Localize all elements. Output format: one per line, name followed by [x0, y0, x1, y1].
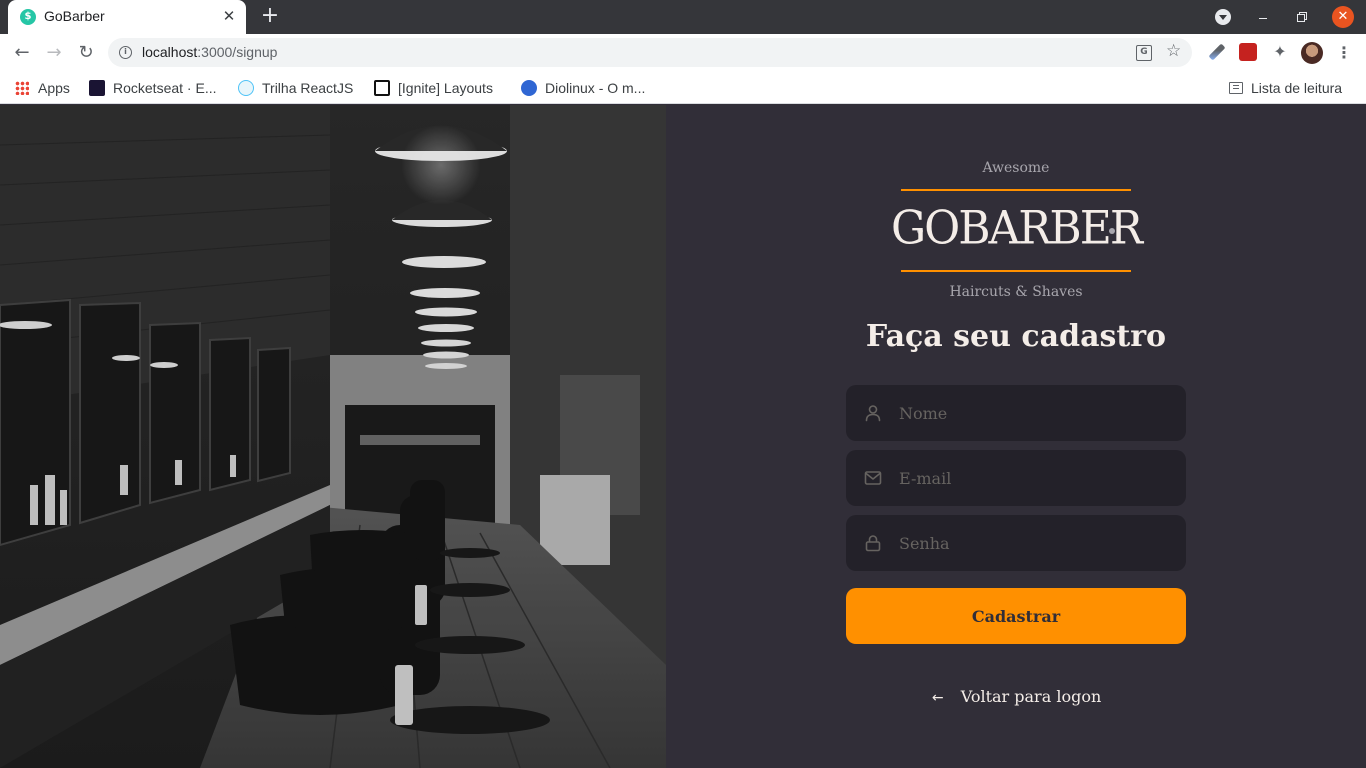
logo-divider-bottom: [901, 270, 1131, 272]
name-field[interactable]: [846, 385, 1186, 441]
bookmarks-bar: Apps Rocketseat · E... Trilha ReactJS [I…: [0, 72, 1366, 104]
translate-icon[interactable]: G: [1136, 45, 1152, 61]
browser-toolbar: ← → ↻ i localhost:3000/signup G ☆ ✦ ⋮: [0, 34, 1366, 72]
bookmark-label: Apps: [38, 80, 70, 96]
site-info-icon[interactable]: i: [119, 46, 132, 59]
minimize-window-icon[interactable]: [1256, 9, 1270, 23]
back-to-logon-link[interactable]: ← Voltar para logon: [666, 687, 1366, 706]
bookmark-apps[interactable]: Apps: [15, 78, 70, 98]
reading-list-icon: [1229, 82, 1243, 94]
browser-menu-icon[interactable]: ⋮: [1336, 42, 1352, 64]
tab-search-icon[interactable]: [1215, 9, 1231, 25]
password-input[interactable]: [899, 515, 1169, 571]
form-title: Faça seu cadastro: [865, 319, 1167, 354]
mail-icon: [864, 471, 882, 485]
bookmark-label: [Ignite] Layouts: [398, 80, 493, 96]
tab-title: GoBarber: [44, 8, 105, 24]
user-icon: [865, 405, 881, 422]
logo-tagline-top: Awesome: [982, 160, 1050, 176]
bookmark-ignite-layouts[interactable]: [Ignite] Layouts: [374, 78, 493, 98]
apps-grid-icon: [15, 81, 29, 95]
extensions-puzzle-icon[interactable]: ✦: [1271, 43, 1289, 61]
red-extension-icon[interactable]: [1239, 43, 1257, 61]
close-tab-icon[interactable]: ✕: [220, 7, 238, 25]
arrow-left-icon: ←: [931, 690, 944, 706]
address-bar[interactable]: i localhost:3000/signup G ☆: [108, 38, 1192, 67]
email-input[interactable]: [899, 450, 1169, 506]
logo-dot-right: [1109, 228, 1115, 234]
reading-list-label: Lista de leitura: [1251, 80, 1343, 96]
url-path: :3000/signup: [197, 44, 278, 60]
close-window-icon[interactable]: ✕: [1332, 6, 1354, 28]
forward-arrow-icon[interactable]: →: [42, 41, 66, 65]
profile-avatar[interactable]: [1301, 42, 1323, 64]
bookmark-star-icon[interactable]: ☆: [1166, 41, 1181, 61]
notion-icon: [374, 80, 390, 96]
signup-panel: Awesome GOBARBER Haircuts & Shaves Faça …: [666, 105, 1366, 768]
back-arrow-icon[interactable]: ←: [10, 41, 34, 65]
url-text[interactable]: localhost:3000/signup: [142, 44, 277, 60]
dollar-favicon-icon: $: [20, 9, 36, 25]
bookmark-rocketseat[interactable]: Rocketseat · E...: [89, 78, 216, 98]
logo-tagline-bottom: Haircuts & Shaves: [949, 284, 1083, 300]
password-field[interactable]: [846, 515, 1186, 571]
back-to-logon-label: Voltar para logon: [960, 687, 1102, 706]
bookmark-label: Trilha ReactJS: [262, 80, 354, 96]
reload-icon[interactable]: ↻: [74, 41, 98, 65]
signup-page: Awesome GOBARBER Haircuts & Shaves Faça …: [0, 105, 1366, 768]
bookmark-label: Rocketseat · E...: [113, 80, 217, 96]
bookmark-trilha-reactjs[interactable]: Trilha ReactJS: [238, 78, 353, 98]
browser-tabstrip: $ GoBarber ✕ + ✕: [0, 0, 1366, 34]
logo-divider-top: [901, 189, 1131, 191]
url-host: localhost: [142, 44, 198, 60]
react-atom-icon: [238, 80, 254, 96]
browser-tab[interactable]: $ GoBarber ✕: [8, 0, 246, 34]
color-picker-extension-icon[interactable]: [1208, 43, 1226, 61]
reading-list-button[interactable]: Lista de leitura: [1229, 78, 1342, 98]
bookmark-diolinux[interactable]: Diolinux - O m...: [521, 78, 645, 98]
name-input[interactable]: [899, 385, 1169, 441]
diolinux-icon: [521, 80, 537, 96]
new-tab-button[interactable]: +: [259, 5, 281, 28]
restore-window-icon[interactable]: [1296, 11, 1308, 23]
signup-submit-button[interactable]: Cadastrar: [846, 588, 1186, 644]
gobarber-logo: GOBARBER: [890, 201, 1143, 256]
email-field[interactable]: [846, 450, 1186, 506]
barbershop-background-image: [0, 105, 666, 768]
rocketseat-icon: [89, 80, 105, 96]
lock-icon: [865, 535, 881, 552]
bookmark-label: Diolinux - O m...: [545, 80, 646, 96]
